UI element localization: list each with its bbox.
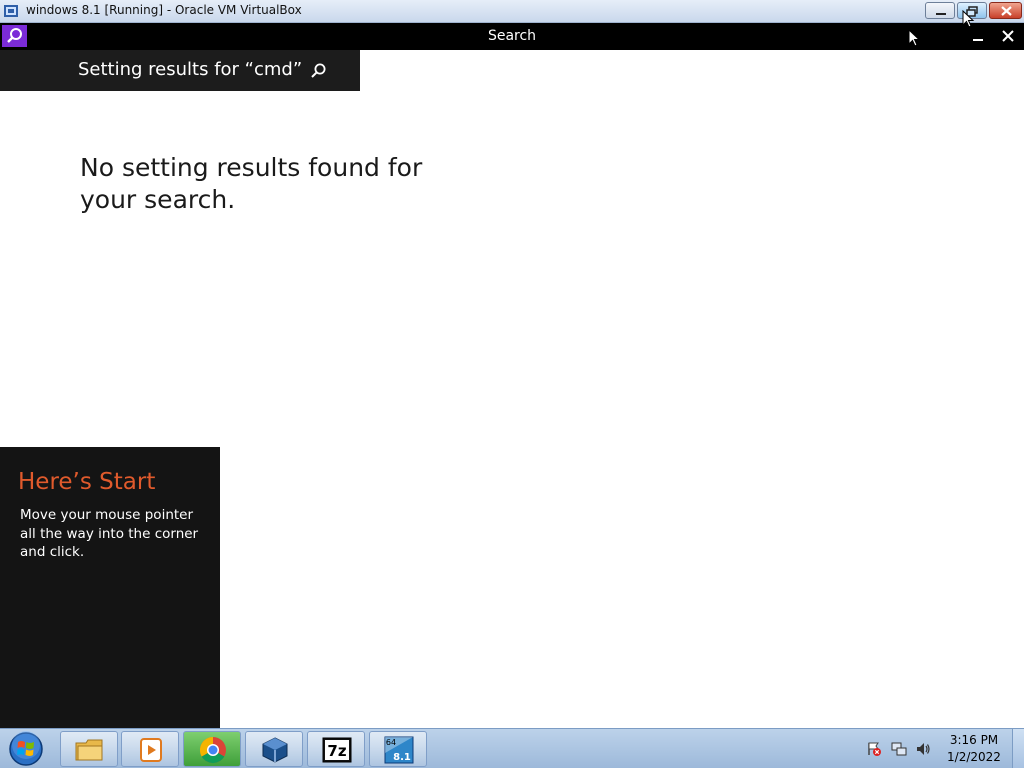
action-center-icon[interactable] [866,741,882,757]
start-tip-panel: Here’s Start Move your mouse pointer all… [0,447,220,728]
host-window-title: windows 8.1 [Running] - Oracle VM Virtua… [26,3,302,17]
virtualbox-icon [262,737,288,763]
folder-icon [75,739,103,761]
chrome-icon [199,736,226,764]
taskbar-clock-time[interactable]: 3:16 PM [944,733,1004,747]
taskbar: 7z 64 8.1 [0,728,1024,768]
7zip-label: 7z [327,742,346,760]
app-minimize-button[interactable] [968,27,988,47]
taskbar-item-windows-8-1[interactable]: 64 8.1 [369,731,427,767]
search-app-titlebar: Search [0,23,1024,50]
app-close-button[interactable] [998,27,1018,47]
minimize-icon [936,13,946,15]
mouse-pointer-icon [962,10,975,28]
show-desktop-button[interactable] [1012,729,1024,768]
start-tip-body: Move your mouse pointer all the way into… [20,507,199,560]
mouse-pointer-icon [908,29,921,47]
search-results-header[interactable]: Setting results for “cmd” [0,50,360,91]
no-results-message: No setting results found for your search… [80,153,423,214]
taskbar-item-chrome[interactable] [183,731,241,767]
taskbar-item-media-player[interactable] [121,731,179,767]
search-icon[interactable] [308,61,328,81]
start-tip-title: Here’s Start [18,469,156,495]
host-close-button[interactable] [989,2,1022,19]
network-icon[interactable] [891,741,907,757]
search-app-title: Search [487,28,537,44]
start-button[interactable] [6,731,46,767]
7zip-icon: 7z [322,737,352,763]
taskbar-clock-date[interactable]: 1/2/2022 [944,750,1004,764]
taskbar-item-explorer[interactable] [60,731,118,767]
media-player-icon [140,738,162,762]
windows-start-icon [9,731,43,766]
close-icon [1002,30,1014,42]
host-minimize-button[interactable] [925,2,955,19]
virtualbox-icon [3,3,19,19]
close-icon [1001,6,1012,16]
search-results-heading: Setting results for “cmd” [78,59,303,80]
win81-iso-icon: 64 8.1 [384,736,414,764]
volume-icon[interactable] [915,741,931,757]
host-window-titlebar[interactable]: windows 8.1 [Running] - Oracle VM Virtua… [0,0,1024,23]
taskbar-item-virtualbox[interactable] [245,731,303,767]
iso-bits-label: 64 [386,738,396,747]
iso-version-label: 8.1 [393,752,411,763]
taskbar-item-7zip[interactable]: 7z [307,731,365,767]
minimize-icon [973,39,983,41]
